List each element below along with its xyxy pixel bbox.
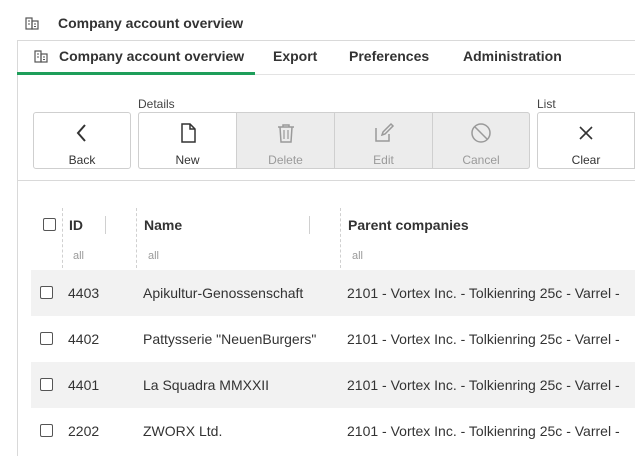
cell-name: La Squadra MMXXII	[143, 377, 270, 393]
tab-administration[interactable]: Administration	[463, 41, 562, 75]
column-divider	[136, 208, 137, 268]
pencil-icon	[374, 122, 394, 142]
clear-button[interactable]: Clear	[537, 112, 635, 169]
row-checkbox[interactable]	[40, 424, 53, 437]
cell-parent: 2101 - Vortex Inc. - Tolkienring 25c - V…	[347, 331, 620, 347]
tab-label: Administration	[463, 48, 562, 64]
toolbar-divider	[17, 180, 635, 181]
cancel-button[interactable]: Cancel	[432, 112, 530, 169]
column-header-id[interactable]: ID	[69, 217, 83, 233]
details-group-label: Details	[138, 97, 175, 111]
table-header: ID all Name all Parent companies all	[31, 200, 635, 270]
tab-export[interactable]: Export	[273, 41, 317, 75]
filter-name[interactable]: all	[148, 250, 159, 262]
new-button[interactable]: New	[138, 112, 236, 169]
tab-label: Preferences	[349, 48, 430, 64]
table-row[interactable]: 4401 La Squadra MMXXII 2101 - Vortex Inc…	[31, 362, 635, 408]
column-resize-handle[interactable]	[105, 216, 106, 234]
building-icon	[25, 17, 39, 30]
cell-parent: 2101 - Vortex Inc. - Tolkienring 25c - V…	[347, 285, 620, 301]
column-resize-handle[interactable]	[309, 216, 310, 234]
cell-id: 4401	[68, 377, 100, 393]
chevron-left-icon	[76, 124, 86, 142]
tab-bar: Company account overview Export Preferen…	[17, 41, 635, 75]
cell-name: ZWORX Ltd.	[143, 423, 223, 439]
page-title: Company account overview	[58, 15, 244, 31]
filter-parent-companies[interactable]: all	[352, 250, 363, 262]
cell-id: 2202	[68, 423, 100, 439]
tab-label: Export	[273, 48, 318, 64]
column-divider	[62, 208, 63, 268]
cancel-icon	[471, 123, 491, 143]
tab-preferences[interactable]: Preferences	[349, 41, 429, 75]
table-row[interactable]: 2202 ZWORX Ltd. 2101 - Vortex Inc. - Tol…	[31, 408, 635, 454]
back-button[interactable]: Back	[33, 112, 131, 169]
row-checkbox[interactable]	[40, 378, 53, 391]
clear-label: Clear	[571, 153, 601, 167]
document-icon	[180, 123, 196, 143]
select-all-checkbox[interactable]	[43, 218, 56, 231]
trash-icon	[277, 124, 294, 143]
new-label: New	[175, 153, 200, 167]
filter-id[interactable]: all	[73, 250, 84, 262]
edit-label: Edit	[373, 153, 394, 167]
building-icon	[34, 50, 48, 63]
column-header-name[interactable]: Name	[144, 217, 182, 233]
tab-label: Company account overview	[59, 48, 245, 64]
delete-label: Delete	[268, 153, 303, 167]
table-row[interactable]: 4402 Pattysserie "NeuenBurgers" 2101 - V…	[31, 316, 635, 362]
back-label: Back	[68, 153, 96, 167]
delete-button[interactable]: Delete	[236, 112, 334, 169]
column-divider	[340, 208, 341, 268]
edit-button[interactable]: Edit	[334, 112, 432, 169]
cell-name: Apikultur-Genossenschaft	[143, 285, 304, 301]
app-header: Company account overview	[0, 0, 635, 40]
row-checkbox[interactable]	[40, 332, 53, 345]
close-icon	[579, 126, 593, 140]
table-row[interactable]: 4403 Apikultur-Genossenschaft 2101 - Vor…	[31, 270, 635, 316]
cancel-label: Cancel	[462, 153, 500, 167]
column-header-parent-companies[interactable]: Parent companies	[348, 217, 469, 233]
cell-parent: 2101 - Vortex Inc. - Tolkienring 25c - V…	[347, 377, 620, 393]
cell-id: 4403	[68, 285, 100, 301]
cell-name: Pattysserie "NeuenBurgers"	[143, 331, 317, 347]
row-checkbox[interactable]	[40, 286, 53, 299]
cell-id: 4402	[68, 331, 100, 347]
cell-parent: 2101 - Vortex Inc. - Tolkienring 25c - V…	[347, 423, 620, 439]
tab-company-account-overview[interactable]: Company account overview	[17, 41, 255, 75]
list-group-label: List	[537, 97, 556, 111]
